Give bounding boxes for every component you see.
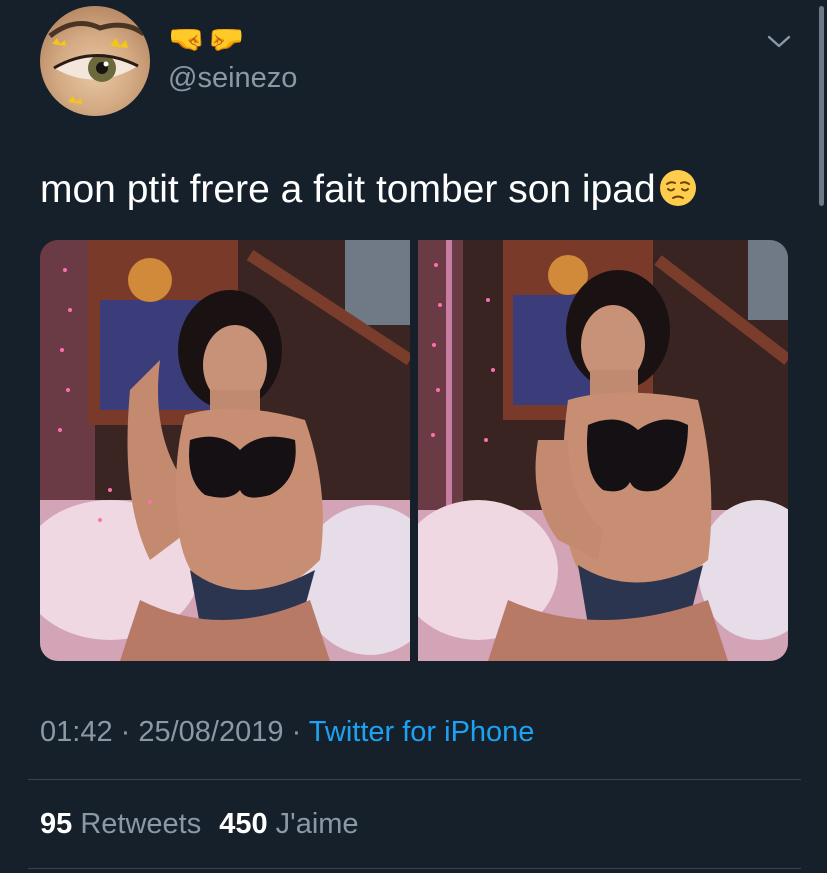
photo-2-image xyxy=(418,240,788,661)
tweet-text-content: mon ptit frere a fait tomber son ipad xyxy=(40,168,656,211)
retweets-label: Retweets xyxy=(80,808,202,840)
tweet-date[interactable]: 25/08/2019 xyxy=(138,716,283,748)
chevron-down-icon[interactable] xyxy=(766,33,792,51)
tweet-text: mon ptit frere a fait tomber son ipad xyxy=(40,164,698,216)
likes-label: J'aime xyxy=(275,808,359,840)
likes-stat[interactable]: 450 J'aime xyxy=(219,808,358,840)
tweet-metadata: 01:42 · 25/08/2019 · Twitter for iPhone xyxy=(40,712,534,752)
scrollbar[interactable] xyxy=(819,6,824,206)
media-photo-1[interactable] xyxy=(40,240,410,661)
pensive-face-icon xyxy=(659,170,696,206)
tweet-time[interactable]: 01:42 xyxy=(40,716,113,748)
display-name[interactable]: 🤜🤛 xyxy=(168,24,247,56)
tweet-stats: 95 Retweets 450 J'aime xyxy=(40,804,359,844)
photo-1-image xyxy=(40,240,410,661)
tweet-detail-view: 🤜🤛 @seinezo mon ptit frere a fait tomber… xyxy=(0,0,827,873)
divider xyxy=(28,779,801,780)
media-grid xyxy=(40,240,788,661)
retweets-count: 95 xyxy=(40,808,73,840)
display-name-text: 🤜🤛 xyxy=(168,23,247,56)
username[interactable]: @seinezo xyxy=(168,60,297,96)
avatar-eye-image xyxy=(48,21,146,104)
tweet-source-link[interactable]: Twitter for iPhone xyxy=(309,716,535,748)
divider xyxy=(28,868,801,869)
likes-count: 450 xyxy=(219,808,268,840)
separator: · xyxy=(283,716,309,748)
avatar[interactable] xyxy=(40,6,150,116)
retweets-stat[interactable]: 95 Retweets xyxy=(40,808,201,840)
media-photo-2[interactable] xyxy=(418,240,788,661)
separator: · xyxy=(112,716,139,748)
